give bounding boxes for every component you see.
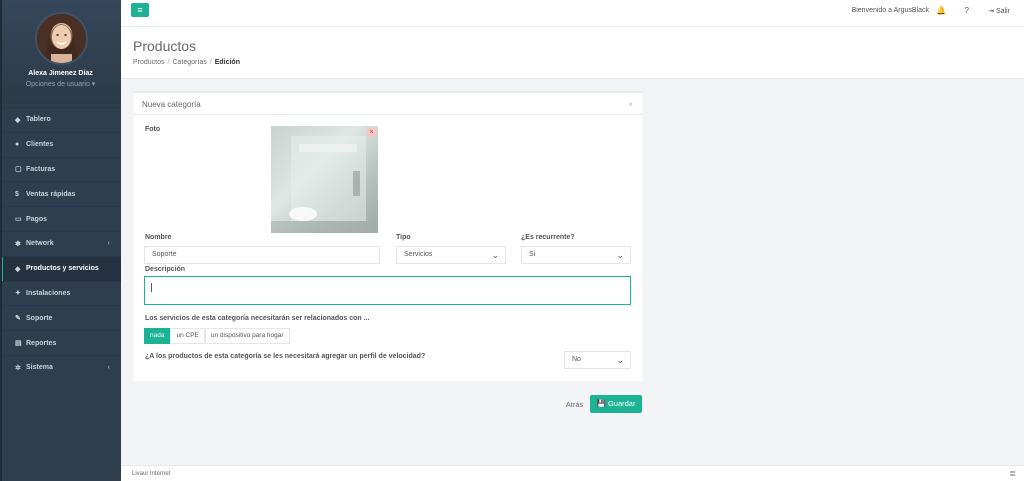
footer-text: Livaur Internet xyxy=(132,471,171,477)
sidebar-item-label: Clientes xyxy=(26,141,54,149)
bell-icon[interactable]: 🔔 xyxy=(936,6,946,15)
breadcrumb-current: Edición xyxy=(214,59,240,66)
welcome-text: Bienvenido a ArgusBlack xyxy=(851,7,929,14)
profile-section: Alexa Jimenez Díaz Opciones de usuario ▾ xyxy=(0,0,121,104)
dashboard-icon: ◆ xyxy=(15,116,21,124)
plug-icon: ✦ xyxy=(15,290,21,298)
type-select[interactable]: Servicios xyxy=(396,246,506,264)
sidebar-nav: ◆ Tablero ● Clientes ▢ Facturas $ Ventas ráp… xyxy=(0,107,121,380)
footer-menu-icon[interactable]: ≣ xyxy=(1009,469,1016,478)
chart-icon: ▤ xyxy=(15,340,22,348)
name-input[interactable]: Soporte xyxy=(144,246,380,264)
sidebar-item-network[interactable]: ✱ Network ‹ xyxy=(0,230,121,256)
relation-button-group: nada un CPE un dispositivo para hogar xyxy=(144,328,290,344)
sidebar-edge xyxy=(0,0,2,481)
relation-option-nada[interactable]: nada xyxy=(144,328,171,344)
sidebar-item-label: Soporte xyxy=(26,314,53,322)
sidebar-item-soporte[interactable]: ✎ Soporte xyxy=(0,305,121,330)
sidebar-item-label: Network xyxy=(26,240,54,248)
panel-header: Nueva categoría × xyxy=(134,93,642,115)
page-heading: Productos Productos / Categorías / Edición xyxy=(121,27,1024,79)
type-label: Tipo xyxy=(396,234,411,241)
tag-icon: ◆ xyxy=(15,265,21,273)
relation-label: Los servicios de esta categoría necesita… xyxy=(145,315,370,322)
chevron-left-icon: ‹ xyxy=(107,363,110,371)
sidebar-item-label: Pagos xyxy=(26,215,48,223)
card-icon: ▭ xyxy=(15,216,22,224)
sidebar-item-instalaciones[interactable]: ✦ Instalaciones xyxy=(0,280,121,306)
user-options-dropdown[interactable]: Opciones de usuario ▾ xyxy=(0,80,121,88)
sidebar-item-reportes[interactable]: ▤ Reportes xyxy=(0,330,121,355)
logout-link[interactable]: ⇥ Salir xyxy=(988,7,1010,15)
sidebar-item-label: Instalaciones xyxy=(26,289,71,297)
recurrent-label: ¿Es recurrente? xyxy=(521,234,575,241)
sidebar: Alexa Jimenez Díaz Opciones de usuario ▾… xyxy=(0,0,121,481)
file-icon: ▢ xyxy=(15,166,22,174)
sidebar-item-pagos[interactable]: ▭ Pagos xyxy=(0,206,121,231)
sidebar-item-sistema[interactable]: ✲ Sistema ‹ xyxy=(0,354,121,380)
network-icon: ✱ xyxy=(15,240,21,248)
sidebar-item-ventas-rapidas[interactable]: $ Ventas rápidas xyxy=(0,181,121,206)
speed-profile-select[interactable]: No xyxy=(564,351,631,369)
sidebar-item-clientes[interactable]: ● Clientes xyxy=(0,131,121,157)
sidebar-item-productos-y-servicios[interactable]: ◆ Productos y servicios xyxy=(0,255,121,281)
top-bar: ≡ Bienvenido a ArgusBlack 🔔 ? ⇥ Salir xyxy=(121,0,1024,27)
save-button[interactable]: 💾 Guardar xyxy=(590,395,642,413)
dollar-icon: $ xyxy=(15,190,19,198)
sidebar-item-label: Reportes xyxy=(26,339,57,347)
text-caret xyxy=(151,283,152,292)
panel-title: Nueva categoría xyxy=(142,100,201,109)
breadcrumb-productos[interactable]: Productos xyxy=(133,59,165,66)
breadcrumb-categorias[interactable]: Categorías xyxy=(172,59,206,66)
user-name: Alexa Jimenez Díaz xyxy=(28,70,93,77)
relation-option-cpe[interactable]: un CPE xyxy=(170,328,205,344)
photo-label: Foto xyxy=(145,126,161,133)
relation-option-dispositivo[interactable]: un dispositivo para hogar xyxy=(204,328,290,344)
help-icon[interactable]: ? xyxy=(965,6,969,15)
sidebar-item-label: Tablero xyxy=(26,116,51,124)
page-title: Productos xyxy=(133,38,197,54)
sidebar-item-label: Ventas rápidas xyxy=(26,190,76,198)
close-icon[interactable]: × xyxy=(628,100,633,109)
speed-profile-label: ¿A los productos de esta categoría se le… xyxy=(145,353,426,360)
menu-toggle-button[interactable]: ≡ xyxy=(131,3,149,17)
wrench-icon: ✎ xyxy=(15,315,21,323)
description-label: Descripción xyxy=(145,266,186,273)
sidebar-item-label: Productos y servicios xyxy=(26,265,99,273)
sidebar-item-label: Sistema xyxy=(26,364,53,372)
footer: Livaur Internet ≣ xyxy=(121,465,1024,481)
back-button[interactable]: Atrás xyxy=(561,396,588,413)
users-icon: ● xyxy=(15,141,20,149)
sidebar-item-label: Facturas xyxy=(26,165,56,173)
sidebar-item-facturas[interactable]: ▢ Facturas xyxy=(0,156,121,182)
description-textarea[interactable] xyxy=(144,276,631,305)
avatar[interactable] xyxy=(35,12,88,65)
breadcrumb: Productos / Categorías / Edición xyxy=(133,59,240,66)
sidebar-item-tablero[interactable]: ◆ Tablero xyxy=(0,107,121,132)
recurrent-select[interactable]: Si xyxy=(521,246,631,264)
remove-photo-button[interactable]: × xyxy=(367,128,376,137)
cogs-icon: ✲ xyxy=(15,364,21,372)
name-label: Nombre xyxy=(145,234,172,241)
category-form-panel: Nueva categoría × Foto × Nombre Soporte … xyxy=(134,91,642,381)
category-photo[interactable]: × xyxy=(271,126,378,233)
chevron-left-icon: ‹ xyxy=(107,239,110,247)
